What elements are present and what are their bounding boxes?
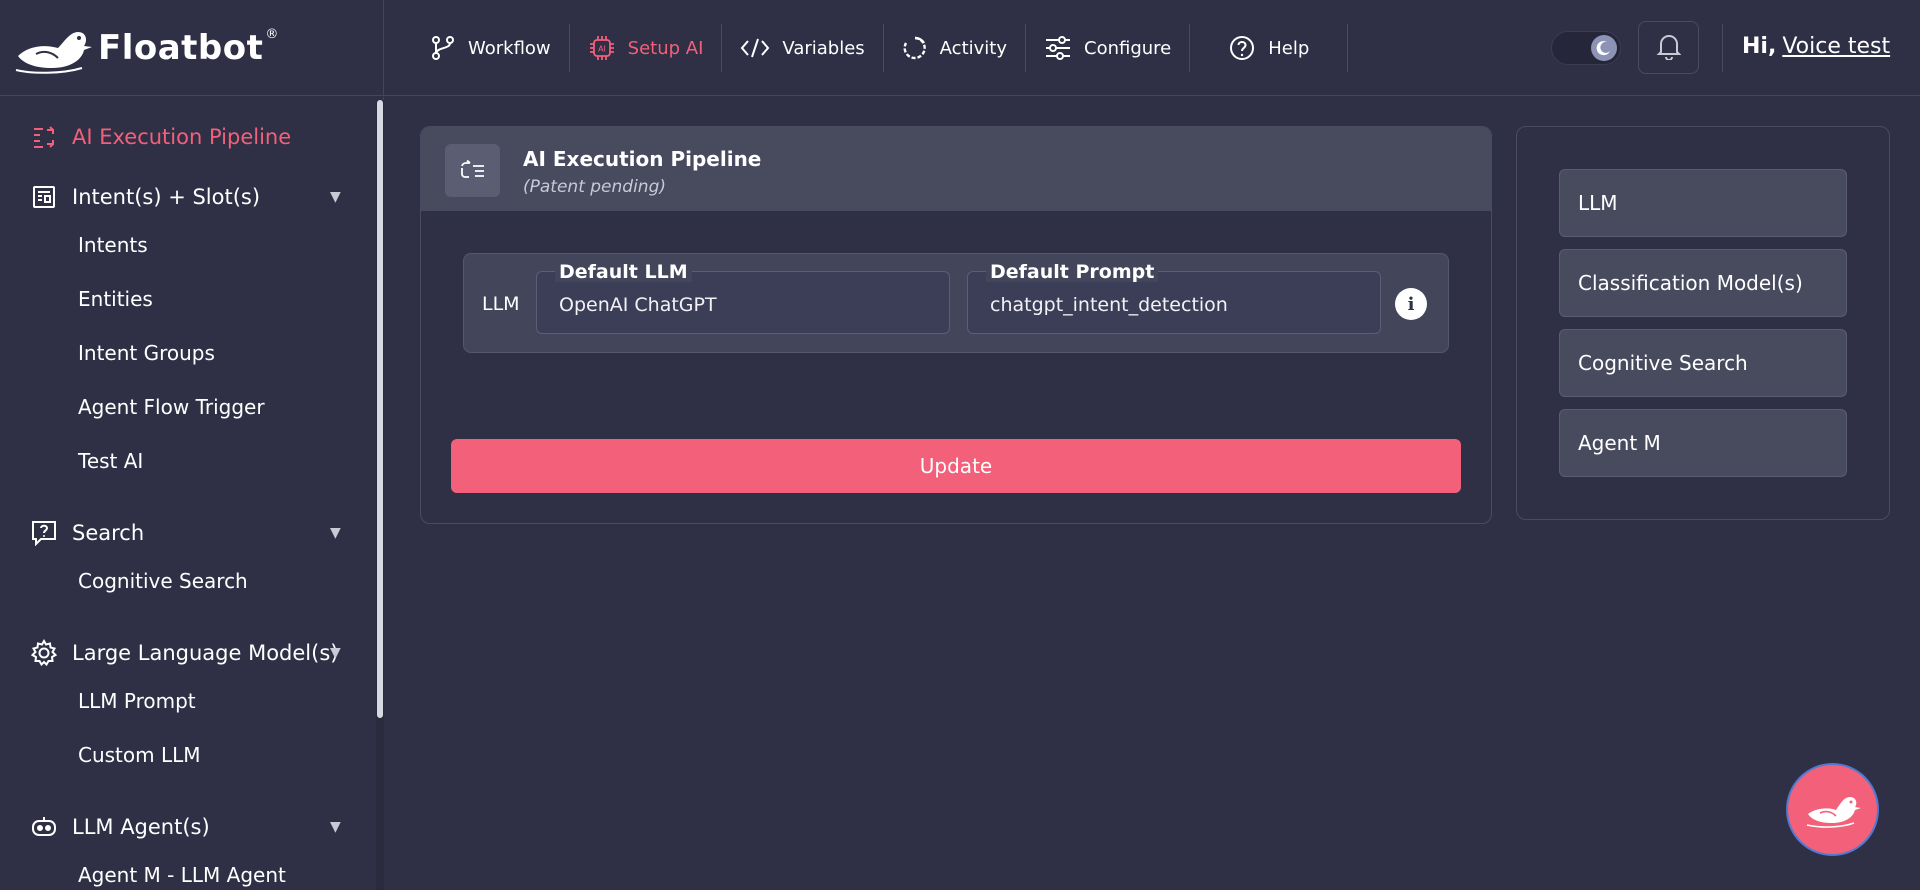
sidebar-group-label: Intent(s) + Slot(s) [72, 185, 261, 209]
caret-down-icon: ▼ [330, 819, 341, 835]
caret-down-icon: ▼ [330, 645, 341, 661]
activity-icon [902, 35, 928, 61]
robot-icon [30, 813, 58, 841]
sidebar-item-custom-llm[interactable]: Custom LLM [78, 743, 201, 767]
nav-help-label: Help [1268, 37, 1310, 59]
top-header: Floatbot ® Workflow AI Setup AI Variable… [0, 0, 1920, 96]
nav-activity[interactable]: Activity [884, 24, 1025, 72]
sidebar-item-intent-groups[interactable]: Intent Groups [78, 341, 215, 365]
sidebar-group-label: AI Execution Pipeline [72, 125, 292, 149]
nav-setup-ai-label: Setup AI [627, 37, 704, 59]
sidebar-item-intents[interactable]: Intents [78, 233, 148, 257]
pipeline-step-llm[interactable]: LLM [1559, 169, 1847, 237]
user-name-link[interactable]: Voice test [1782, 34, 1890, 59]
svg-text:AI: AI [598, 45, 606, 54]
nav-variables[interactable]: Variables [722, 24, 882, 72]
ai-chip-icon: AI [588, 34, 616, 62]
card-subtitle: (Patent pending) [523, 177, 667, 197]
sidebar-group-label: Search [72, 521, 145, 545]
sliders-icon [1044, 35, 1072, 61]
llm-config-row: LLM Default LLM OpenAI ChatGPT Default P… [463, 253, 1449, 353]
nav-activity-label: Activity [939, 37, 1007, 59]
sidebar-item-agent-flow-trigger[interactable]: Agent Flow Trigger [78, 395, 265, 419]
nav-workflow-label: Workflow [468, 37, 551, 59]
update-button[interactable]: Update [451, 439, 1461, 493]
brand-logo[interactable]: Floatbot ® [0, 0, 384, 96]
nav-divider [1347, 24, 1349, 72]
card-header: AI Execution Pipeline (Patent pending) [421, 127, 1491, 211]
notifications-button[interactable] [1638, 21, 1699, 74]
default-llm-label: Default LLM [555, 262, 692, 282]
main-nav: Workflow AI Setup AI Variables Activity … [412, 22, 1349, 74]
info-icon[interactable]: i [1395, 288, 1427, 320]
default-prompt-label: Default Prompt [986, 262, 1159, 282]
greeting-text: Hi, [1742, 34, 1777, 59]
header-divider [1722, 24, 1723, 72]
default-llm-value: OpenAI ChatGPT [559, 294, 717, 316]
sidebar-item-agent-m-llm-agent[interactable]: Agent M - LLM Agent [78, 863, 286, 887]
code-icon [740, 36, 770, 60]
chat-launcher-button[interactable] [1786, 763, 1879, 856]
search-question-icon [30, 519, 58, 547]
card-title: AI Execution Pipeline [523, 147, 762, 171]
sidebar-item-test-ai[interactable]: Test AI [78, 449, 143, 473]
sidebar-item-cognitive-search[interactable]: Cognitive Search [78, 569, 248, 593]
nav-configure[interactable]: Configure [1026, 24, 1189, 72]
sidebar-scroll-thumb[interactable] [377, 100, 383, 718]
pipeline-step-cognitive-search[interactable]: Cognitive Search [1559, 329, 1847, 397]
pipeline-step-agent-m[interactable]: Agent M [1559, 409, 1847, 477]
nav-variables-label: Variables [782, 37, 865, 59]
brand-name: Floatbot [98, 28, 264, 68]
caret-down-icon: ▼ [330, 189, 341, 205]
gear-icon [30, 639, 58, 667]
help-icon [1228, 34, 1256, 62]
workflow-icon [430, 35, 456, 61]
pipeline-card-icon [445, 144, 500, 197]
ai-execution-pipeline-card: AI Execution Pipeline (Patent pending) L… [420, 126, 1492, 524]
sidebar-group-llm-agents[interactable]: LLM Agent(s) ▼ [30, 813, 350, 841]
sidebar-group-search[interactable]: Search ▼ [30, 519, 350, 547]
brand-registered-mark: ® [265, 26, 279, 42]
sidebar-group-label: Large Language Model(s) [72, 641, 339, 665]
theme-toggle[interactable] [1551, 31, 1621, 65]
nav-configure-label: Configure [1084, 37, 1172, 59]
pipeline-icon [30, 123, 58, 151]
user-greeting: Hi, Voice test [1742, 34, 1890, 59]
duck-chat-icon [1804, 788, 1862, 832]
default-llm-field[interactable]: Default LLM OpenAI ChatGPT [536, 262, 950, 334]
nav-workflow[interactable]: Workflow [412, 24, 569, 72]
pipeline-steps-panel: LLM Classification Model(s) Cognitive Se… [1516, 126, 1890, 520]
sidebar: AI Execution Pipeline Intent(s) + Slot(s… [0, 97, 384, 890]
default-prompt-field[interactable]: Default Prompt chatgpt_intent_detection [967, 262, 1381, 334]
pipeline-step-classification-models[interactable]: Classification Model(s) [1559, 249, 1847, 317]
moon-icon [1591, 35, 1617, 61]
sidebar-group-ai-execution-pipeline[interactable]: AI Execution Pipeline [30, 123, 350, 151]
caret-down-icon: ▼ [330, 525, 341, 541]
app-root: Floatbot ® Workflow AI Setup AI Variable… [0, 0, 1920, 890]
sidebar-group-intents-slots[interactable]: Intent(s) + Slot(s) ▼ [30, 183, 350, 211]
duck-logo-icon [12, 18, 92, 78]
default-prompt-value: chatgpt_intent_detection [990, 294, 1228, 316]
bell-icon [1656, 32, 1682, 64]
nav-help[interactable]: Help [1190, 24, 1347, 72]
intent-icon [30, 183, 58, 211]
sidebar-item-entities[interactable]: Entities [78, 287, 153, 311]
sidebar-group-label: LLM Agent(s) [72, 815, 210, 839]
nav-setup-ai[interactable]: AI Setup AI [570, 24, 722, 72]
sidebar-item-llm-prompt[interactable]: LLM Prompt [78, 689, 196, 713]
llm-row-label: LLM [482, 293, 520, 315]
sidebar-group-large-language-models[interactable]: Large Language Model(s) ▼ [30, 639, 350, 667]
